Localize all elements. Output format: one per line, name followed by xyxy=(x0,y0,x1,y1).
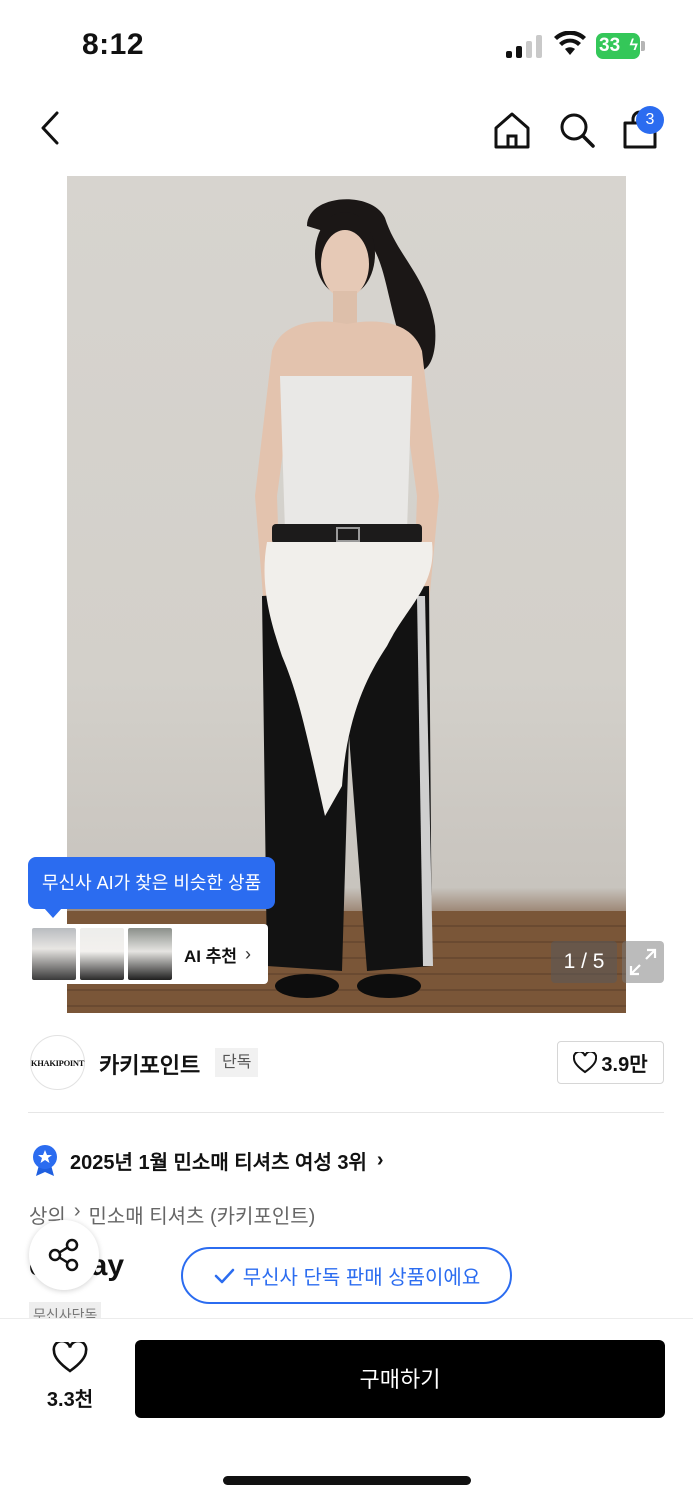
buy-button[interactable]: 구매하기 xyxy=(135,1340,665,1418)
ai-thumb-3 xyxy=(128,928,172,980)
brand-like-count: 3.9만 xyxy=(601,1054,648,1076)
exclusive-notice-text: 무신사 단독 판매 상품이에요 xyxy=(242,1267,481,1289)
brand-name[interactable]: 카키포인트 xyxy=(99,1048,200,1080)
exclusive-badge: 단독 xyxy=(215,1048,259,1077)
wifi-icon xyxy=(554,31,586,55)
battery-cap xyxy=(641,41,645,51)
check-icon xyxy=(214,1268,234,1283)
cart-count-badge: 3 xyxy=(636,106,664,134)
battery-level: 33 xyxy=(599,35,621,56)
brand-like-button[interactable]: 3.9만 xyxy=(557,1041,664,1084)
ai-recommend-label: AI 추천 xyxy=(184,946,238,966)
ai-similar-tooltip[interactable]: 무신사 AI가 찾은 비슷한 상품 xyxy=(28,857,276,918)
chevron-right-icon: › xyxy=(376,1148,384,1171)
charging-icon: ϟ xyxy=(629,37,638,54)
heart-icon xyxy=(573,1051,598,1073)
wishlist-button[interactable]: 3.3천 xyxy=(30,1339,110,1412)
image-counter: 1 / 5 xyxy=(551,941,617,983)
search-icon xyxy=(560,113,595,148)
brand-logo-text: KHAKIPOINT xyxy=(30,1057,85,1068)
wishlist-count: 3.3천 xyxy=(46,1389,94,1411)
chevron-left-icon xyxy=(41,111,59,145)
share-button[interactable] xyxy=(29,1220,99,1290)
brand-logo[interactable]: KHAKIPOINT xyxy=(30,1035,85,1090)
search-button[interactable] xyxy=(555,108,599,152)
home-indicator[interactable] xyxy=(223,1476,471,1485)
home-icon xyxy=(494,112,530,149)
ai-thumb-2 xyxy=(80,928,124,980)
exclusive-notice-pill: 무신사 단독 판매 상품이에요 xyxy=(181,1247,512,1304)
share-icon xyxy=(48,1238,79,1272)
breadcrumb-level2[interactable]: 민소매 티셔츠 (카키포인트) xyxy=(88,1200,315,1229)
ranking-text: 2025년 1월 민소매 티셔츠 여성 3위 xyxy=(70,1151,367,1174)
expand-image-button[interactable] xyxy=(622,941,664,983)
ai-thumb-1 xyxy=(32,928,76,980)
ranking-link[interactable]: 2025년 1월 민소매 티셔츠 여성 3위 › xyxy=(30,1143,384,1177)
heart-icon xyxy=(52,1339,88,1373)
top-nav xyxy=(0,92,693,172)
ai-recommend-card[interactable]: AI 추천 › xyxy=(28,924,268,984)
home-button[interactable] xyxy=(490,108,534,152)
chevron-right-icon: › xyxy=(245,943,252,964)
expand-icon xyxy=(629,948,657,976)
cell-signal-icon xyxy=(506,34,542,58)
status-bar: 8:12 33 ϟ xyxy=(0,0,693,90)
battery-indicator: 33 ϟ xyxy=(596,33,640,59)
divider xyxy=(28,1112,664,1113)
back-button[interactable] xyxy=(30,108,70,148)
rank-medal-icon xyxy=(33,1145,57,1176)
status-time: 8:12 xyxy=(82,28,145,61)
